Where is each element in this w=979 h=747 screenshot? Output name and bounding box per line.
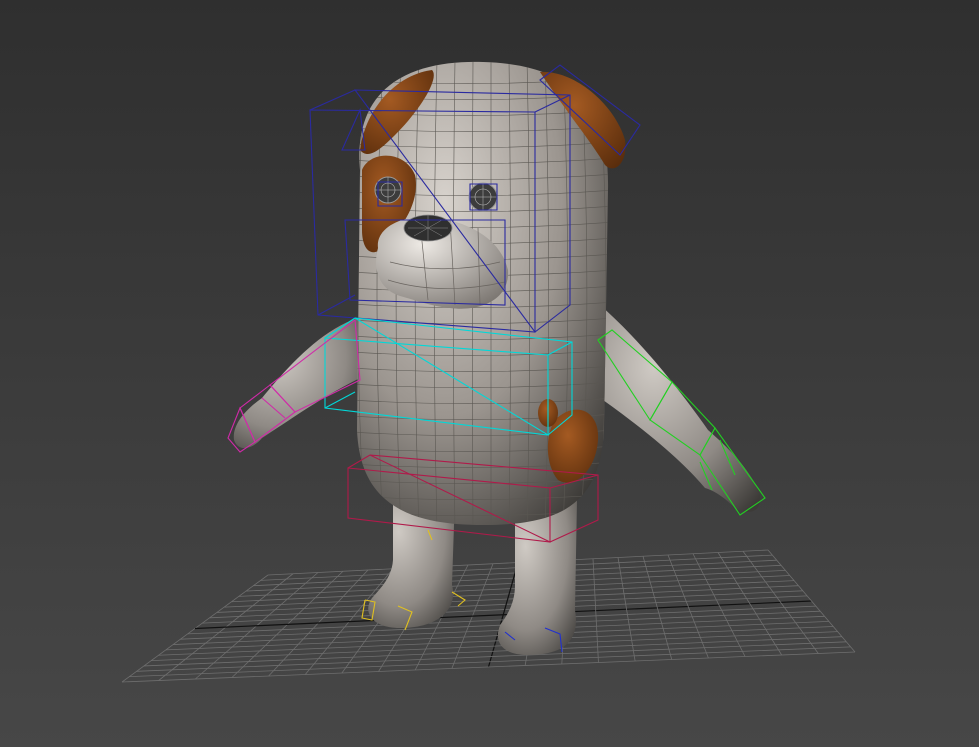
nose[interactable] [403,214,453,242]
perspective-scene[interactable] [0,0,979,747]
3d-viewport[interactable] [0,0,979,747]
right-eye[interactable] [468,182,498,212]
left-eye[interactable] [374,176,402,204]
right-arm[interactable] [596,305,761,512]
left-arm[interactable] [233,318,360,449]
ground-grid [121,549,856,683]
